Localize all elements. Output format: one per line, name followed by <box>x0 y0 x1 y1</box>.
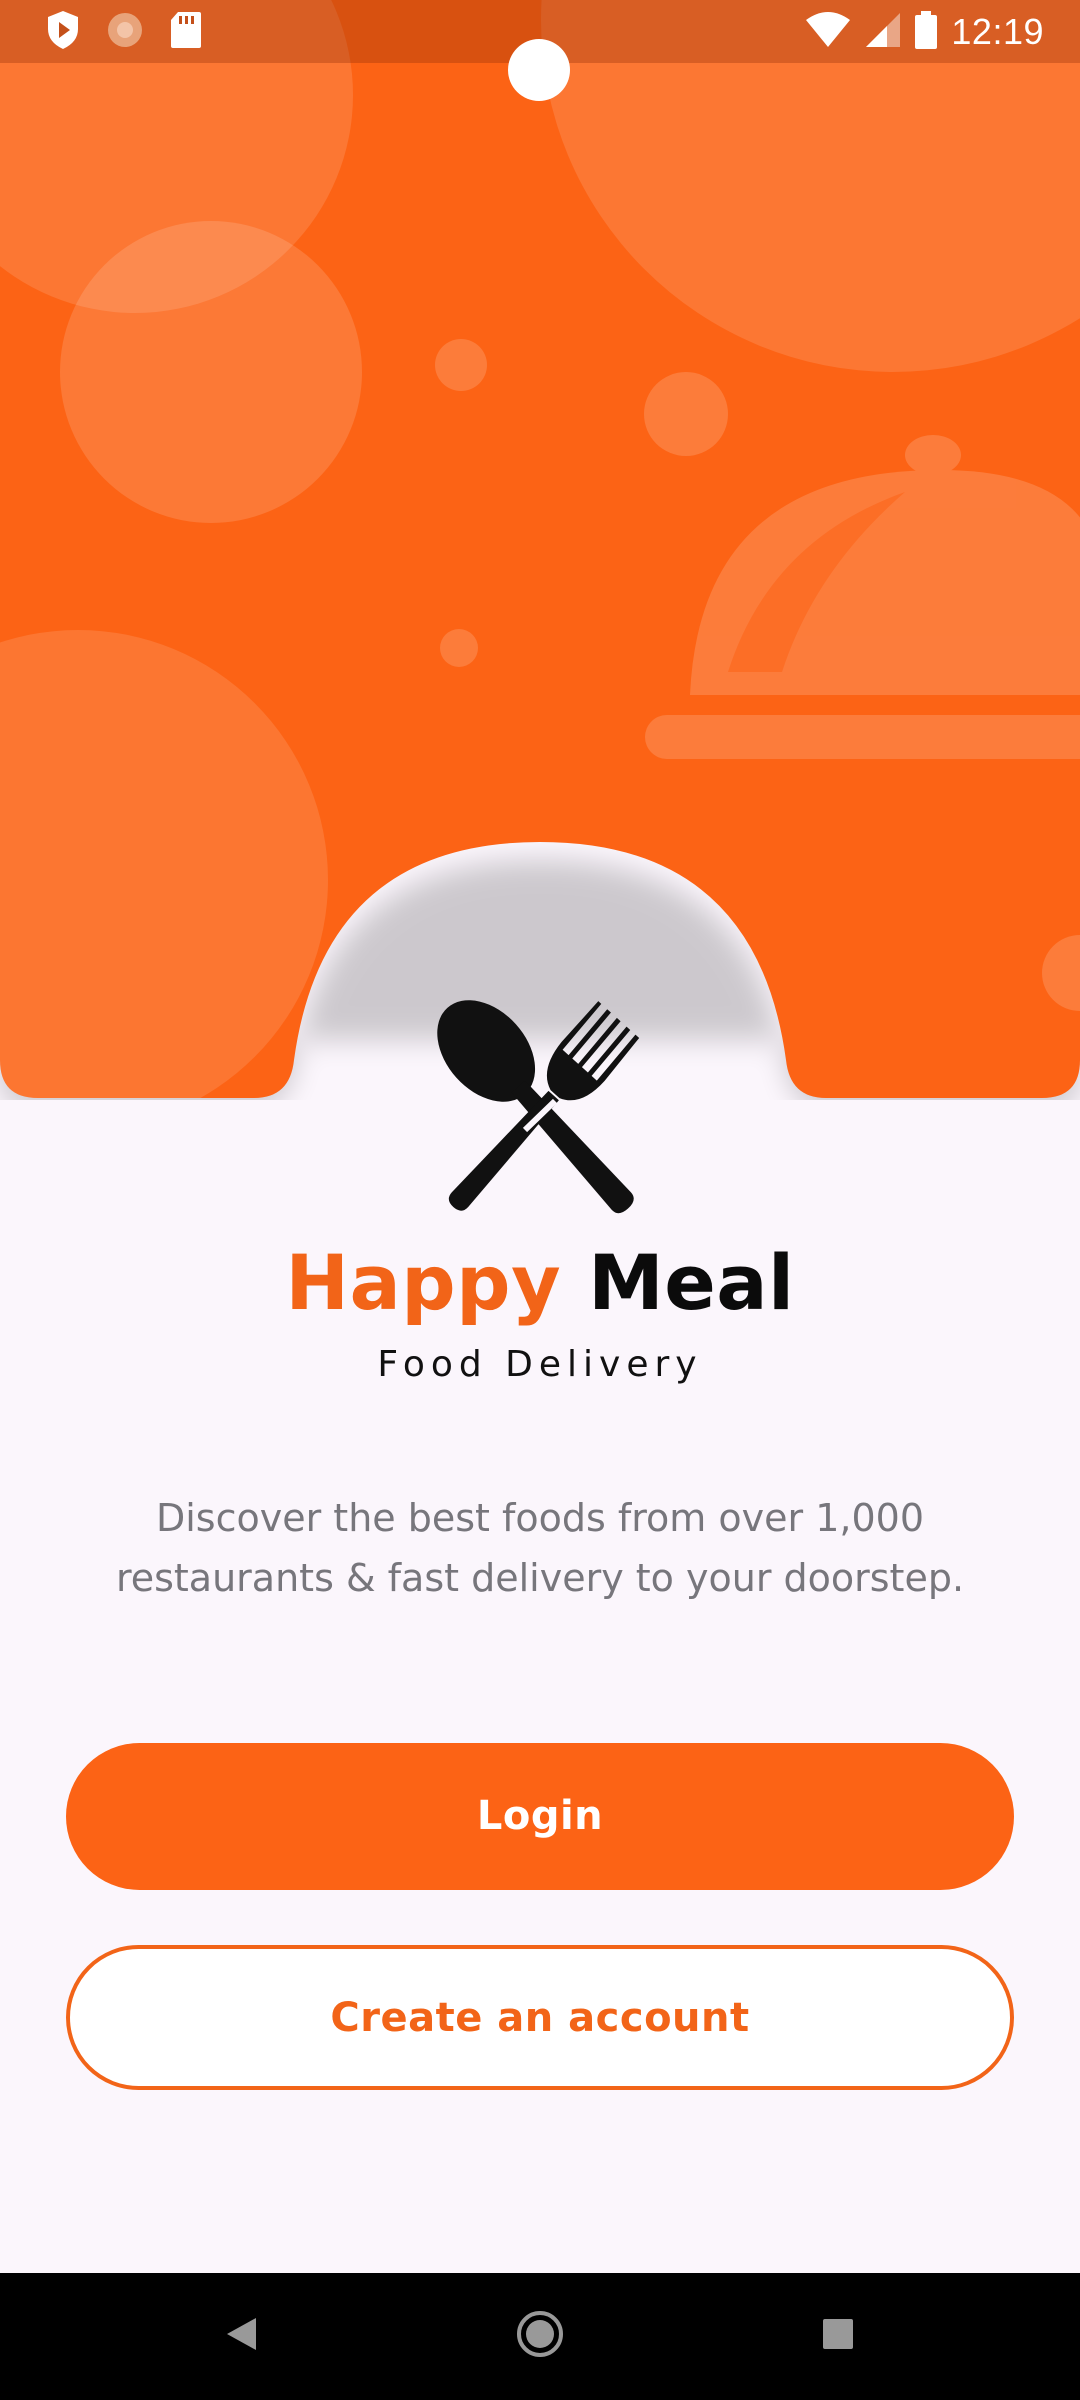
signal-icon <box>865 12 901 53</box>
wifi-icon <box>805 11 851 53</box>
recents-icon <box>821 2317 855 2356</box>
battery-icon <box>915 10 938 54</box>
app-title-word-happy: Happy <box>285 1238 562 1327</box>
recents-button[interactable] <box>778 2273 898 2400</box>
shield-play-icon <box>46 10 80 55</box>
loading-icon <box>106 11 144 54</box>
front-camera <box>508 39 570 101</box>
app-title-word-meal: Meal <box>588 1238 795 1327</box>
spoon-fork-icon <box>405 985 675 1215</box>
welcome-description: Discover the best foods from over 1,000 … <box>115 1496 965 1600</box>
welcome-screen: 12:19 Happy Meal Food Delivery Discover … <box>0 0 1080 2400</box>
navigation-bar <box>0 2273 1080 2400</box>
back-icon <box>224 2316 258 2357</box>
app-title: Happy Meal <box>0 1238 1080 1328</box>
app-tagline: Food Delivery <box>377 1344 703 1385</box>
create-account-button[interactable]: Create an account <box>66 1945 1014 2090</box>
home-icon <box>516 2310 564 2363</box>
status-time: 12:19 <box>951 11 1044 52</box>
sd-card-icon <box>170 11 202 54</box>
hero-banner <box>0 0 1080 1100</box>
login-button[interactable]: Login <box>66 1743 1014 1890</box>
home-button[interactable] <box>480 2273 600 2400</box>
back-button[interactable] <box>181 2273 301 2400</box>
